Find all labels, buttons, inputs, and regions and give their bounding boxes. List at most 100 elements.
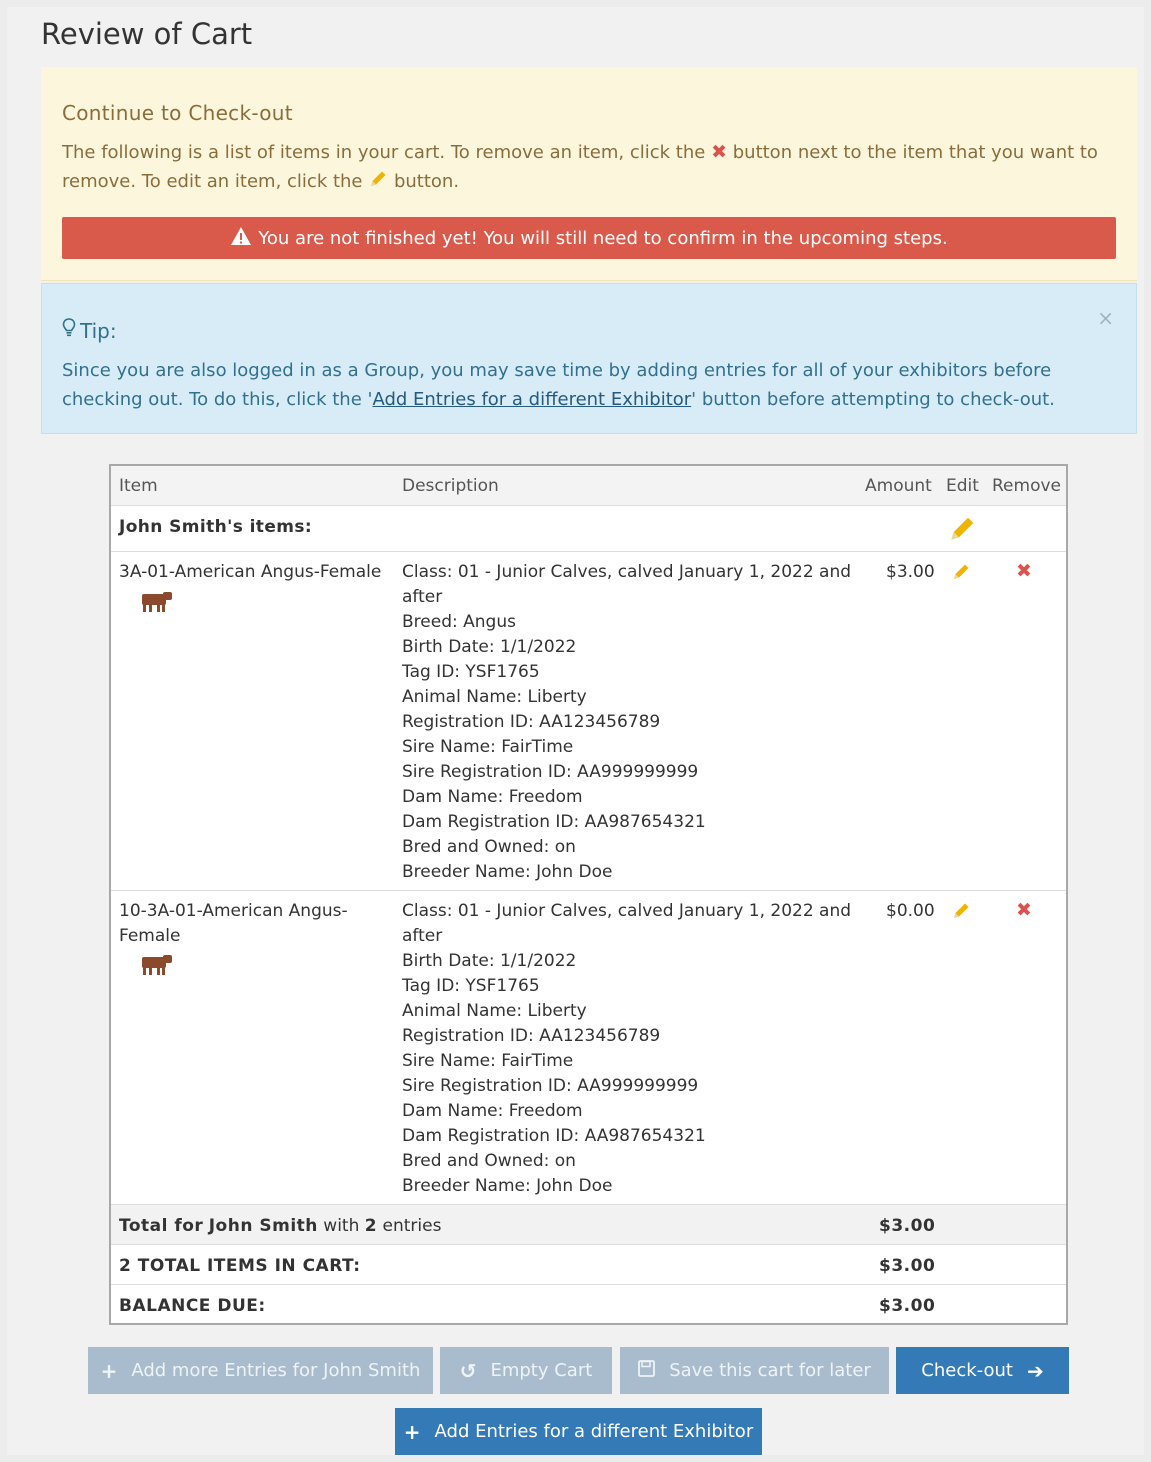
exhibitor-total-label: Total for John Smith with 2 entries — [119, 1216, 441, 1236]
header-remove: Remove — [992, 476, 1061, 496]
description-line: Bred and Owned: on — [402, 837, 576, 857]
edit-pencil-icon[interactable] — [951, 562, 971, 587]
item-amount: $0.00 — [886, 901, 935, 921]
description-line: Sire Name: FairTime — [402, 1051, 574, 1071]
tip-text: Since you are also logged in as a Group,… — [62, 356, 1092, 414]
description-line: Birth Date: 1/1/2022 — [402, 951, 577, 971]
add-more-entries-button[interactable]: + Add more Entries for John Smith — [88, 1347, 433, 1394]
notice-text-part: The following is a list of items in your… — [62, 142, 706, 163]
description-line: Registration ID: AA123456789 — [402, 712, 661, 732]
cart-table: Item Description Amount Edit Remove John… — [109, 464, 1068, 1325]
exhibitor-total-amount: $3.00 — [879, 1216, 936, 1236]
description-line: after — [402, 587, 443, 607]
item-description: Class: 01 - Junior Calves, calved Januar… — [402, 560, 851, 885]
floppy-disk-icon — [638, 1359, 656, 1382]
empty-cart-label: Empty Cart — [490, 1360, 593, 1381]
cow-icon — [139, 953, 175, 982]
pencil-icon — [368, 169, 388, 198]
tip-title-text: Tip: — [80, 318, 117, 343]
balance-label: BALANCE DUE: — [119, 1296, 266, 1316]
header-amount: Amount — [865, 476, 932, 496]
group-label: John Smith's items: — [119, 517, 313, 537]
balance-row: BALANCE DUE: $3.00 — [111, 1285, 1066, 1323]
checkout-button[interactable]: Check-out ➔ — [896, 1347, 1069, 1394]
close-icon[interactable]: × — [1097, 306, 1114, 330]
warning-icon — [230, 226, 252, 251]
balance-amount: $3.00 — [879, 1296, 936, 1316]
add-different-label: Add Entries for a different Exhibitor — [434, 1421, 754, 1442]
save-cart-button[interactable]: Save this cart for later — [620, 1347, 889, 1394]
items-total-label: 2 TOTAL ITEMS IN CART: — [119, 1256, 361, 1276]
description-line: Breeder Name: John Doe — [402, 1176, 613, 1196]
description-line: Class: 01 - Junior Calves, calved Januar… — [402, 901, 852, 921]
items-total-amount: $3.00 — [879, 1256, 936, 1276]
cow-icon — [139, 590, 175, 619]
remove-x-icon[interactable]: ✖ — [1016, 899, 1032, 921]
description-line: Dam Name: Freedom — [402, 1101, 583, 1121]
description-line: Bred and Owned: on — [402, 1151, 576, 1171]
add-different-exhibitor-link[interactable]: Add Entries for a different Exhibitor — [372, 389, 691, 410]
notice-text-part: button. — [393, 171, 460, 192]
remove-x-icon[interactable]: ✖ — [1016, 560, 1032, 582]
item-description: Class: 01 - Junior Calves, calved Januar… — [402, 899, 851, 1199]
total-exhibitor-name: John Smith — [208, 1216, 318, 1236]
not-finished-alert: You are not finished yet! You will still… — [62, 217, 1116, 259]
edit-pencil-icon[interactable] — [951, 901, 971, 926]
tip-alert: × Tip: Since you are also logged in as a… — [41, 283, 1137, 434]
items-total-row: 2 TOTAL ITEMS IN CART: $3.00 — [111, 1245, 1066, 1285]
description-line: Sire Registration ID: AA999999999 — [402, 762, 699, 782]
total-count: 2 — [364, 1216, 378, 1236]
header-item: Item — [119, 476, 158, 496]
description-line: Tag ID: YSF1765 — [402, 976, 540, 996]
description-line: Tag ID: YSF1765 — [402, 662, 540, 682]
exhibitor-total-row: Total for John Smith with 2 entries $3.0… — [111, 1205, 1066, 1245]
checkout-label: Check-out — [921, 1360, 1013, 1381]
item-amount: $3.00 — [886, 562, 935, 582]
save-cart-label: Save this cart for later — [669, 1360, 871, 1381]
add-more-label: Add more Entries for John Smith — [131, 1360, 421, 1381]
total-prefix: Total for — [119, 1216, 204, 1236]
description-line: Sire Registration ID: AA999999999 — [402, 1076, 699, 1096]
lightbulb-icon — [62, 318, 76, 343]
header-description: Description — [402, 476, 499, 496]
plus-icon: + — [100, 1358, 118, 1383]
item-name: 10-3A-01-American Angus- Female — [119, 899, 348, 949]
description-line: after — [402, 926, 443, 946]
add-different-exhibitor-button[interactable]: + Add Entries for a different Exhibitor — [395, 1408, 762, 1455]
description-line: Breed: Angus — [402, 612, 516, 632]
tip-title: Tip: — [62, 318, 117, 343]
table-header: Item Description Amount Edit Remove — [111, 466, 1066, 506]
item-name-line: 10-3A-01-American Angus- — [119, 901, 348, 921]
description-line: Dam Registration ID: AA987654321 — [402, 1126, 706, 1146]
total-with: with — [323, 1216, 360, 1236]
item-name: 3A-01-American Angus-Female — [119, 562, 382, 582]
table-row: 10-3A-01-American Angus- Female Class: 0… — [111, 891, 1066, 1205]
notice-text: The following is a list of items in your… — [62, 138, 1122, 198]
table-row: 3A-01-American Angus-Female Class: 01 - … — [111, 552, 1066, 891]
description-line: Dam Registration ID: AA987654321 — [402, 812, 706, 832]
description-line: Class: 01 - Junior Calves, calved Januar… — [402, 562, 852, 582]
header-edit: Edit — [946, 476, 979, 496]
description-line: Sire Name: FairTime — [402, 737, 574, 757]
description-line: Animal Name: Liberty — [402, 687, 587, 707]
plus-icon: + — [403, 1419, 421, 1444]
empty-cart-button[interactable]: ↺ Empty Cart — [440, 1347, 612, 1394]
undo-icon: ↺ — [459, 1358, 477, 1383]
description-line: Birth Date: 1/1/2022 — [402, 637, 577, 657]
description-line: Registration ID: AA123456789 — [402, 1026, 661, 1046]
remove-icon: ✖ — [711, 141, 727, 163]
group-row: John Smith's items: — [111, 506, 1066, 552]
tip-text-part: ' button before attempting to check-out. — [691, 389, 1055, 410]
page-title: Review of Cart — [41, 17, 253, 51]
description-line: Breeder Name: John Doe — [402, 862, 613, 882]
page: Review of Cart Continue to Check-out The… — [7, 7, 1144, 1455]
alert-text: You are not finished yet! You will still… — [258, 227, 948, 249]
notice-title: Continue to Check-out — [62, 101, 293, 125]
checkout-notice: Continue to Check-out The following is a… — [41, 67, 1137, 281]
item-name-line: Female — [119, 926, 181, 946]
arrow-right-icon: ➔ — [1026, 1358, 1044, 1383]
description-line: Dam Name: Freedom — [402, 787, 583, 807]
description-line: Animal Name: Liberty — [402, 1001, 587, 1021]
edit-group-pencil-icon[interactable] — [947, 514, 977, 549]
total-suffix: entries — [382, 1216, 442, 1236]
